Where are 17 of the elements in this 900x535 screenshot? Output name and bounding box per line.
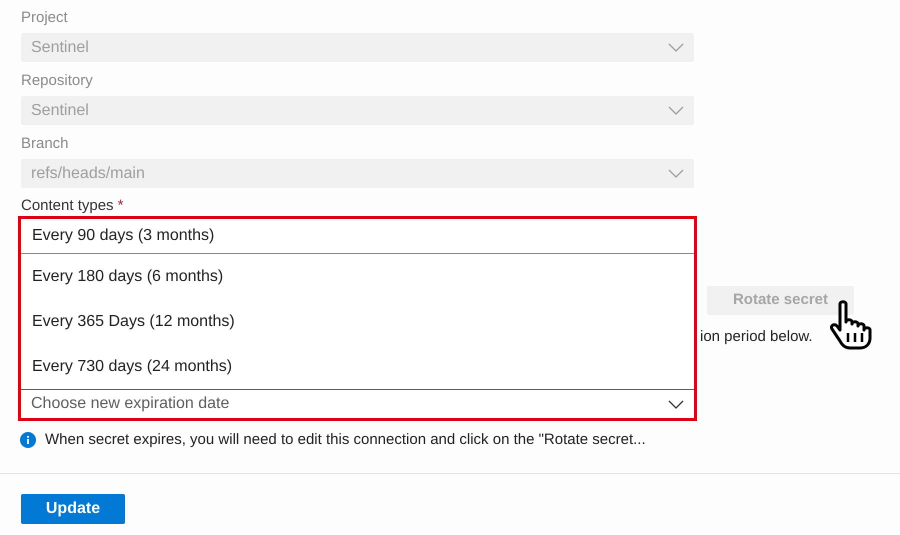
info-text: When secret expires, you will need to edit this connection and click on the "Rotate secret... [45,430,646,450]
dropdown-option[interactable]: Every 90 days (3 months) [21,219,694,254]
chevron-down-icon [668,169,684,178]
field-label: Branch [21,134,69,154]
dropdown-option[interactable]: Every 180 days (6 months) [21,254,694,299]
chevron-down-icon [668,400,684,408]
dropdown-option[interactable]: Every 365 Days (12 months) [21,299,694,344]
chevron-down-icon [668,43,684,52]
field-label: Repository [21,71,93,91]
chevron-down-icon [668,106,684,115]
field-label: Content types [21,197,114,215]
info-icon [20,432,36,448]
description-text: ion period below. [700,328,813,346]
field-label: Project [21,8,68,28]
required-mark: * [118,197,124,215]
update-button[interactable]: Update [21,494,125,524]
dropdown-option[interactable]: Every 730 days (24 months) [21,344,694,389]
